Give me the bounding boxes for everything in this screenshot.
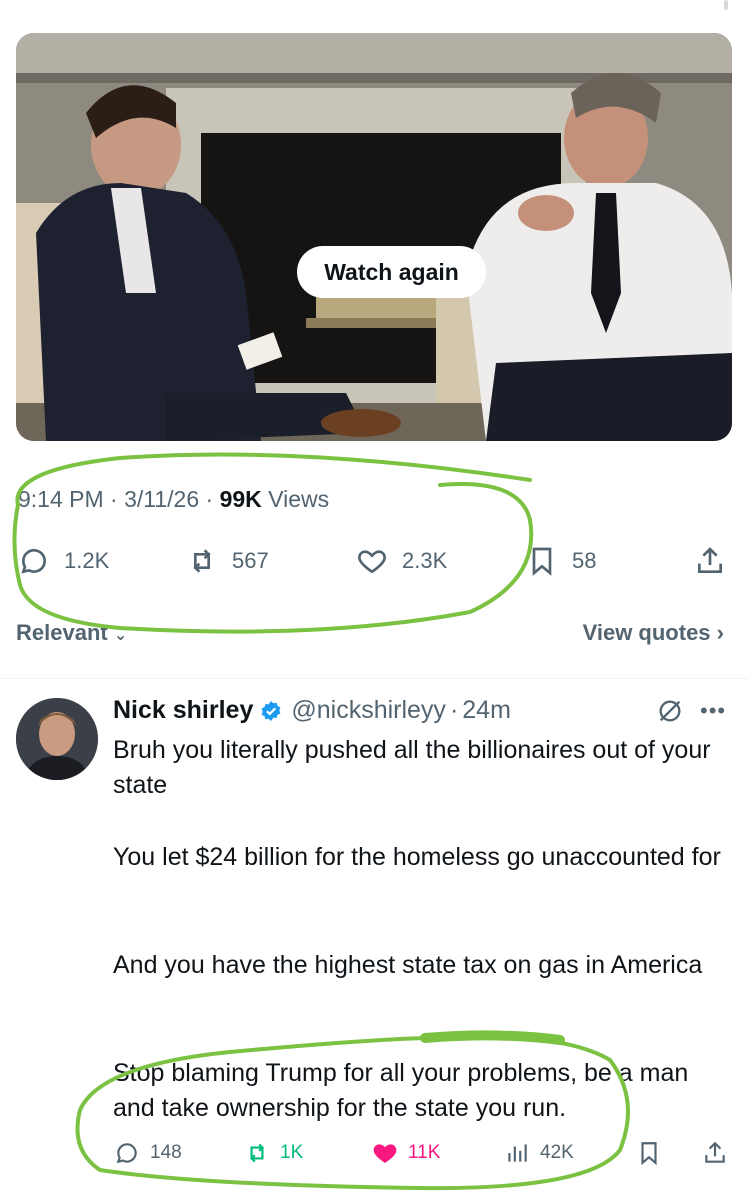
bookmark-button[interactable]: 58 <box>526 545 596 577</box>
repost-count: 567 <box>232 548 269 573</box>
reply-reply-button[interactable]: 148 <box>114 1140 182 1166</box>
reply-icon <box>21 548 46 574</box>
reply-count: 1.2K <box>64 548 110 573</box>
share-icon <box>698 547 722 573</box>
reply-time[interactable]: 24m <box>462 696 511 725</box>
repost-button[interactable]: 567 <box>186 545 269 577</box>
reply-views-button[interactable]: 42K <box>504 1140 574 1166</box>
like-button[interactable]: 2.3K <box>356 545 447 577</box>
reply-like-button[interactable]: 11K <box>372 1140 440 1166</box>
bookmark-count: 58 <box>572 548 597 573</box>
heart-icon <box>358 550 386 574</box>
views-label: Views <box>268 486 330 512</box>
annotation-circle-stats <box>12 452 534 634</box>
view-quotes-label: View quotes <box>582 620 711 645</box>
meta-separator: · <box>205 486 220 512</box>
video-thumbnail <box>16 33 732 441</box>
like-count: 2.3K <box>402 548 448 573</box>
verified-badge-icon <box>261 700 281 721</box>
scrollbar[interactable] <box>724 0 728 10</box>
sort-label: Relevant <box>16 620 108 645</box>
heart-filled-icon <box>373 1144 397 1163</box>
share-button[interactable] <box>694 545 726 577</box>
reply-share-button[interactable] <box>702 1140 728 1166</box>
reply-header: Nick shirley @nickshirleyy · 24m <box>113 696 511 725</box>
meta-separator: · <box>110 486 125 512</box>
replies-sort-dropdown[interactable]: Relevant ⌄ <box>16 620 127 646</box>
reply-reply-count: 148 <box>150 1142 182 1163</box>
more-options-icon[interactable]: ••• <box>700 698 726 724</box>
reply-paragraph: Bruh you literally pushed all the billio… <box>113 736 711 799</box>
divider <box>0 678 748 679</box>
tweet-date[interactable]: 3/11/26 <box>124 486 199 512</box>
repost-icon <box>193 549 211 573</box>
avatar-image <box>16 698 98 780</box>
reply-views-count: 42K <box>540 1142 574 1163</box>
reply-bookmark-button[interactable] <box>636 1140 662 1166</box>
reply-paragraph: You let $24 billion for the homeless go … <box>113 843 721 871</box>
share-icon <box>705 1141 725 1163</box>
reply-repost-button[interactable]: 1K <box>244 1140 303 1166</box>
reply-button[interactable]: 1.2K <box>18 545 109 577</box>
meta-separator: · <box>449 696 459 724</box>
avatar[interactable] <box>16 698 98 780</box>
views-chart-icon <box>508 1144 527 1162</box>
watch-again-button[interactable]: Watch again <box>297 246 486 298</box>
bookmark-icon <box>641 1142 657 1166</box>
video-player[interactable]: Watch again <box>16 33 732 441</box>
chevron-down-icon: ⌄ <box>113 627 128 644</box>
views-count: 99K <box>219 486 262 512</box>
reply-icon <box>116 1143 137 1164</box>
reply-paragraph: And you have the highest state tax on ga… <box>113 951 703 979</box>
bookmark-icon <box>532 547 552 576</box>
repost-icon <box>250 1143 264 1163</box>
tweet-time[interactable]: 9:14 PM <box>18 486 104 512</box>
annotation-highlight-stroke <box>420 1030 565 1045</box>
author-handle[interactable]: @nickshirleyy <box>291 696 446 725</box>
reply-repost-count: 1K <box>280 1142 304 1163</box>
view-quotes-link[interactable]: View quotes › <box>583 620 724 646</box>
grok-icon[interactable] <box>656 697 684 725</box>
chevron-right-icon: › <box>716 620 724 645</box>
author-name[interactable]: Nick shirley <box>113 696 253 725</box>
reply-paragraph: Stop blaming Trump for all your problems… <box>113 1059 689 1122</box>
tweet-timestamp-line: 9:14 PM · 3/11/26 · 99K Views <box>18 486 329 513</box>
reply-like-count: 11K <box>408 1142 441 1163</box>
